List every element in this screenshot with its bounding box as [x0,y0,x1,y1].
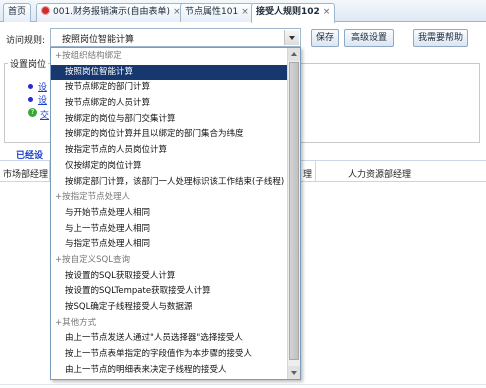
dropdown-option[interactable]: 仅按绑定的岗位计算 [51,159,288,175]
table-cell: 理 [303,170,313,180]
save-button[interactable]: 保存 [311,29,339,47]
dropdown-option[interactable]: 按指定节点的人员岗位计算 [51,143,288,159]
dropdown-option[interactable]: 与开始节点处理人相同 [51,206,288,222]
bullet-icon [28,84,33,89]
dropdown-group-header: +按指定节点处理人 [55,192,131,203]
scroll-up-icon[interactable] [288,48,300,61]
tab-home[interactable]: 首页 [3,3,32,22]
dropdown-option[interactable]: 由上一节点的明细表来决定子线程的接受人 [51,363,288,379]
column-divider [315,161,316,181]
scroll-thumb[interactable] [289,62,299,360]
help-circle-icon: ? [28,108,37,117]
access-rule-dropdown[interactable]: +按组织结构绑定按照岗位智能计算 按节点绑定的部门计算 按节点绑定的人员计算 按绑定的… [50,47,301,380]
table-cell: 市场部经理 [3,170,49,180]
tab-receiver-rules[interactable]: 接受人规则102 × [251,3,336,23]
tab-label: 接受人规则102 [256,7,320,17]
dropdown-option[interactable]: 按设置的SQL获取接受人计算 [51,269,288,285]
dropdown-scrollbar[interactable] [287,48,300,379]
dropdown-option[interactable]: 按节点绑定的人员计算 [51,96,288,112]
table-cell: 人力资源部经理 [348,170,412,180]
dropdown-option[interactable]: 由上一节点发送人通过"人员选择器"选择接受人 [51,331,288,347]
tab-label: 节点属性101 [185,7,239,17]
dropdown-option[interactable]: 按节点绑定的部门计算 [51,80,288,96]
settings-link-3[interactable]: 交 [40,108,49,121]
dropdown-option[interactable]: 与指定节点处理人相同 [51,237,288,253]
dropdown-list: +按组织结构绑定按照岗位智能计算 按节点绑定的部门计算 按节点绑定的人员计算 按绑定的… [51,49,288,378]
dropdown-option[interactable]: 按绑定的岗位计算并且以绑定的部门集合为纬度 [51,127,288,143]
divider [0,384,486,385]
selected-rule-value: 按照岗位智能计算 [62,35,135,45]
chevron-down-icon[interactable] [284,30,299,45]
close-icon[interactable]: × [323,7,331,17]
tab-node-properties[interactable]: 节点属性101 × [180,3,254,22]
scroll-down-icon[interactable] [288,366,300,379]
close-icon[interactable]: × [241,7,249,17]
dropdown-group-header: +其他方式 [55,317,97,328]
settings-link-1[interactable]: 设 [38,80,47,93]
dropdown-option[interactable]: 与上一节点处理人相同 [51,222,288,238]
dropdown-option[interactable]: 按上一节点表单指定的字段值作为本步骤的接受人 [51,347,288,363]
settings-legend: 设置岗位 [8,57,49,70]
dropdown-option[interactable]: 按绑定部门计算，该部门一人处理标识该工作结束(子线程) [51,175,288,191]
dropdown-option[interactable]: 按照岗位智能计算 [51,64,288,81]
tab-label: 001.财务报销演示(自由表单) [53,7,171,17]
dropdown-group-header: +按组织结构绑定 [55,51,122,61]
tab-bar: 首页 001.财务报销演示(自由表单) × 节点属性101 × 接受人规则102 × [0,0,486,23]
access-rule-select[interactable]: 按照岗位智能计算 [50,28,301,47]
gear-icon [41,6,50,15]
access-rule-label: 访问规则: [6,36,46,46]
dropdown-option[interactable]: 按SQL确定子线程接受人与数据源 [51,300,288,316]
help-button[interactable]: 我需要帮助 [413,29,468,47]
settings-link-2[interactable]: 设 [38,93,47,106]
advanced-settings-button[interactable]: 高级设置 [344,29,394,47]
dropdown-option[interactable]: 按设置的SQLTempate获取接受人计算 [51,284,288,300]
dropdown-option[interactable]: 按绑定的岗位与部门交集计算 [51,112,288,128]
dropdown-group-header: +按自定义SQL查询 [55,254,130,265]
tab-label: 首页 [8,7,27,17]
bullet-icon [28,97,33,102]
tab-finance-demo[interactable]: 001.财务报销演示(自由表单) × [36,3,186,22]
